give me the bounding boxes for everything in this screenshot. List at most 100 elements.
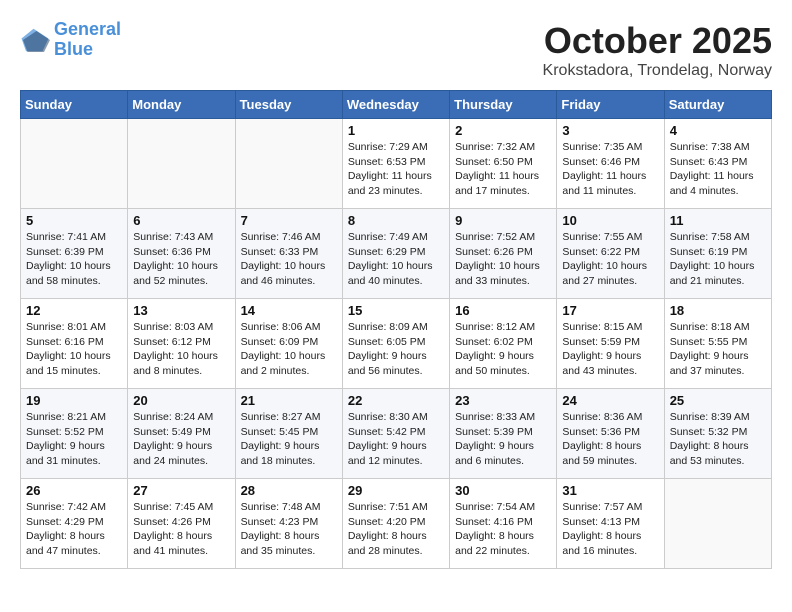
page-header: General Blue October 2025 Krokstadora, T… [20,20,772,80]
day-info: Sunrise: 7:35 AM Sunset: 6:46 PM Dayligh… [562,140,658,199]
day-cell: 27 Sunrise: 7:45 AM Sunset: 4:26 PM Dayli… [128,479,235,569]
day-number: 3 [562,123,658,138]
day-info: Sunrise: 8:06 AM Sunset: 6:09 PM Dayligh… [241,320,337,379]
day-number: 6 [133,213,229,228]
day-cell: 12 Sunrise: 8:01 AM Sunset: 6:16 PM Dayli… [21,299,128,389]
day-number: 4 [670,123,766,138]
day-info: Sunrise: 8:30 AM Sunset: 5:42 PM Dayligh… [348,410,444,469]
day-cell [664,479,771,569]
day-number: 21 [241,393,337,408]
week-row-2: 5 Sunrise: 7:41 AM Sunset: 6:39 PM Daylig… [21,209,772,299]
day-number: 1 [348,123,444,138]
day-number: 16 [455,303,551,318]
day-cell: 6 Sunrise: 7:43 AM Sunset: 6:36 PM Daylig… [128,209,235,299]
day-info: Sunrise: 8:09 AM Sunset: 6:05 PM Dayligh… [348,320,444,379]
day-cell: 28 Sunrise: 7:48 AM Sunset: 4:23 PM Dayli… [235,479,342,569]
day-cell [21,119,128,209]
day-info: Sunrise: 7:48 AM Sunset: 4:23 PM Dayligh… [241,500,337,559]
day-info: Sunrise: 7:29 AM Sunset: 6:53 PM Dayligh… [348,140,444,199]
day-number: 13 [133,303,229,318]
day-number: 19 [26,393,122,408]
day-cell: 25 Sunrise: 8:39 AM Sunset: 5:32 PM Dayli… [664,389,771,479]
day-number: 17 [562,303,658,318]
day-cell: 18 Sunrise: 8:18 AM Sunset: 5:55 PM Dayli… [664,299,771,389]
day-number: 27 [133,483,229,498]
day-number: 25 [670,393,766,408]
day-cell: 10Sunrise: 7:55 AM Sunset: 6:22 PM Dayli… [557,209,664,299]
day-cell: 17 Sunrise: 8:15 AM Sunset: 5:59 PM Dayli… [557,299,664,389]
day-number: 23 [455,393,551,408]
day-info: Sunrise: 7:57 AM Sunset: 4:13 PM Dayligh… [562,500,658,559]
day-info: Sunrise: 8:36 AM Sunset: 5:36 PM Dayligh… [562,410,658,469]
day-number: 18 [670,303,766,318]
day-cell: 31 Sunrise: 7:57 AM Sunset: 4:13 PM Dayli… [557,479,664,569]
day-number: 22 [348,393,444,408]
day-cell: 26 Sunrise: 7:42 AM Sunset: 4:29 PM Dayli… [21,479,128,569]
day-cell: 24 Sunrise: 8:36 AM Sunset: 5:36 PM Dayli… [557,389,664,479]
day-info: Sunrise: 7:55 AM Sunset: 6:22 PM Dayligh… [562,230,658,289]
day-info: Sunrise: 7:41 AM Sunset: 6:39 PM Dayligh… [26,230,122,289]
day-cell: 5 Sunrise: 7:41 AM Sunset: 6:39 PM Daylig… [21,209,128,299]
day-number: 11 [670,213,766,228]
day-cell: 4 Sunrise: 7:38 AM Sunset: 6:43 PM Daylig… [664,119,771,209]
weekday-header-tuesday: Tuesday [235,91,342,119]
day-number: 8 [348,213,444,228]
day-info: Sunrise: 8:12 AM Sunset: 6:02 PM Dayligh… [455,320,551,379]
day-info: Sunrise: 7:52 AM Sunset: 6:26 PM Dayligh… [455,230,551,289]
day-info: Sunrise: 7:38 AM Sunset: 6:43 PM Dayligh… [670,140,766,199]
day-info: Sunrise: 8:18 AM Sunset: 5:55 PM Dayligh… [670,320,766,379]
day-number: 5 [26,213,122,228]
day-cell [235,119,342,209]
day-info: Sunrise: 7:58 AM Sunset: 6:19 PM Dayligh… [670,230,766,289]
day-cell: 16 Sunrise: 8:12 AM Sunset: 6:02 PM Dayli… [450,299,557,389]
weekday-header-monday: Monday [128,91,235,119]
day-number: 2 [455,123,551,138]
day-info: Sunrise: 8:21 AM Sunset: 5:52 PM Dayligh… [26,410,122,469]
location: Krokstadora, Trondelag, Norway [543,62,772,80]
day-info: Sunrise: 7:42 AM Sunset: 4:29 PM Dayligh… [26,500,122,559]
day-info: Sunrise: 8:03 AM Sunset: 6:12 PM Dayligh… [133,320,229,379]
day-number: 20 [133,393,229,408]
day-info: Sunrise: 8:39 AM Sunset: 5:32 PM Dayligh… [670,410,766,469]
day-info: Sunrise: 8:15 AM Sunset: 5:59 PM Dayligh… [562,320,658,379]
day-number: 24 [562,393,658,408]
day-number: 9 [455,213,551,228]
logo-text: General Blue [54,20,121,60]
weekday-header-row: SundayMondayTuesdayWednesdayThursdayFrid… [21,91,772,119]
day-number: 15 [348,303,444,318]
weekday-header-sunday: Sunday [21,91,128,119]
week-row-1: 1 Sunrise: 7:29 AM Sunset: 6:53 PM Daylig… [21,119,772,209]
day-cell: 1 Sunrise: 7:29 AM Sunset: 6:53 PM Daylig… [342,119,449,209]
day-cell [128,119,235,209]
day-info: Sunrise: 7:45 AM Sunset: 4:26 PM Dayligh… [133,500,229,559]
week-row-5: 26 Sunrise: 7:42 AM Sunset: 4:29 PM Dayli… [21,479,772,569]
day-cell: 11 Sunrise: 7:58 AM Sunset: 6:19 PM Dayli… [664,209,771,299]
weekday-header-thursday: Thursday [450,91,557,119]
day-cell: 19 Sunrise: 8:21 AM Sunset: 5:52 PM Dayli… [21,389,128,479]
day-info: Sunrise: 7:51 AM Sunset: 4:20 PM Dayligh… [348,500,444,559]
day-number: 7 [241,213,337,228]
day-cell: 23 Sunrise: 8:33 AM Sunset: 5:39 PM Dayli… [450,389,557,479]
weekday-header-saturday: Saturday [664,91,771,119]
weekday-header-wednesday: Wednesday [342,91,449,119]
day-cell: 15 Sunrise: 8:09 AM Sunset: 6:05 PM Dayli… [342,299,449,389]
day-cell: 3 Sunrise: 7:35 AM Sunset: 6:46 PM Daylig… [557,119,664,209]
day-number: 28 [241,483,337,498]
day-cell: 29Sunrise: 7:51 AM Sunset: 4:20 PM Dayli… [342,479,449,569]
day-info: Sunrise: 8:24 AM Sunset: 5:49 PM Dayligh… [133,410,229,469]
day-cell: 22 Sunrise: 8:30 AM Sunset: 5:42 PM Dayli… [342,389,449,479]
day-info: Sunrise: 8:01 AM Sunset: 6:16 PM Dayligh… [26,320,122,379]
week-row-3: 12 Sunrise: 8:01 AM Sunset: 6:16 PM Dayli… [21,299,772,389]
day-number: 12 [26,303,122,318]
day-cell: 20 Sunrise: 8:24 AM Sunset: 5:49 PM Dayli… [128,389,235,479]
day-number: 31 [562,483,658,498]
day-info: Sunrise: 7:43 AM Sunset: 6:36 PM Dayligh… [133,230,229,289]
day-info: Sunrise: 7:32 AM Sunset: 6:50 PM Dayligh… [455,140,551,199]
day-cell: 2 Sunrise: 7:32 AM Sunset: 6:50 PM Daylig… [450,119,557,209]
day-info: Sunrise: 8:33 AM Sunset: 5:39 PM Dayligh… [455,410,551,469]
logo-icon [20,25,50,55]
day-cell: 21Sunrise: 8:27 AM Sunset: 5:45 PM Dayli… [235,389,342,479]
day-info: Sunrise: 7:49 AM Sunset: 6:29 PM Dayligh… [348,230,444,289]
day-number: 26 [26,483,122,498]
day-cell: 7Sunrise: 7:46 AM Sunset: 6:33 PM Daylig… [235,209,342,299]
